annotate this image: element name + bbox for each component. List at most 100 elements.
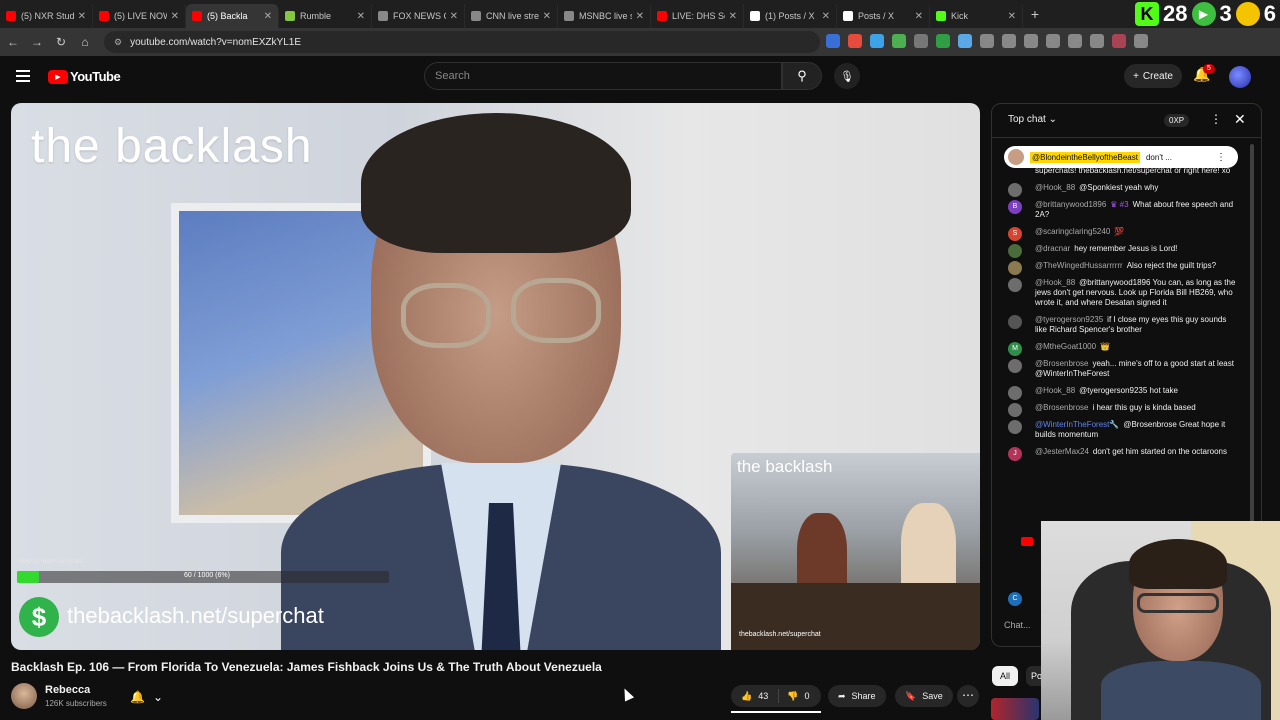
tab-close-icon[interactable]: ✕ (915, 11, 923, 22)
chat-avatar[interactable] (1008, 359, 1022, 373)
tab-close-icon[interactable]: ✕ (822, 11, 830, 22)
voice-search-button[interactable]: 🎙 (834, 63, 860, 89)
browser-tab[interactable]: Kick ✕ (930, 4, 1023, 28)
chat-author[interactable]: @TheWingedHussarrrrrr (1035, 261, 1123, 270)
browser-tab[interactable]: (5) NXR Studi ✕ (0, 4, 93, 28)
pinned-message[interactable]: @BlondeintheBellyoftheBeast don't ... ⋮ (1004, 146, 1238, 168)
tab-close-icon[interactable]: ✕ (729, 11, 737, 22)
kick-extension-icon[interactable]: K (1135, 2, 1160, 26)
chat-message[interactable]: @WinterInTheForest🔧 @Brosenbrose Great ho… (992, 420, 1254, 440)
chat-avatar[interactable] (1008, 278, 1022, 292)
chat-message[interactable]: @Hook_88 @Sponkiest yeah why (992, 183, 1254, 197)
history-icon[interactable] (1046, 34, 1060, 48)
chat-author[interactable]: @scaringclaring5240 (1035, 227, 1110, 236)
account-avatar[interactable] (1229, 66, 1251, 88)
browser-tab[interactable]: Rumble ✕ (279, 4, 372, 28)
video-player[interactable]: the backlash Help us reach our goals 60 … (11, 103, 980, 650)
play-extension-icon[interactable]: ▶ (1191, 2, 1216, 26)
browser-tab[interactable]: MSNBC live s ✕ (558, 4, 651, 28)
search-input[interactable]: Search (424, 62, 782, 90)
profile-icon[interactable] (1112, 34, 1126, 48)
chat-message[interactable]: @Brosenbrose i hear this guy is kinda bas… (992, 403, 1254, 417)
chat-message[interactable]: @Hook_88 @tyerogerson9235 hot take (992, 386, 1254, 400)
puzzle-icon[interactable] (1024, 34, 1038, 48)
reload-icon[interactable]: ↻ (50, 35, 72, 49)
chat-author[interactable]: @dracnar (1035, 244, 1070, 253)
chat-author[interactable]: @Hook_88 (1035, 386, 1075, 395)
chat-avatar[interactable] (1008, 261, 1022, 275)
tab-close-icon[interactable]: ✕ (1008, 11, 1016, 22)
chat-avatar[interactable] (1008, 386, 1022, 400)
pinned-options-icon[interactable]: ⋮ (1216, 152, 1226, 163)
menu-icon[interactable] (1134, 34, 1148, 48)
chat-author[interactable]: @brittanywood1896 (1035, 200, 1106, 209)
devtools-icon[interactable] (1068, 34, 1082, 48)
subscription-notifications-button[interactable]: 🔔 ⌄ (130, 686, 176, 708)
chat-message[interactable]: S @scaringclaring5240 💯 (992, 227, 1254, 241)
chat-author[interactable]: @Brosenbrose (1035, 359, 1088, 368)
chat-message[interactable]: @tyerogerson9235 if I close my eyes this … (992, 315, 1254, 335)
extension-icon[interactable] (870, 34, 884, 48)
dislike-button[interactable]: 👎 0 (779, 691, 817, 702)
chat-avatar[interactable] (1008, 403, 1022, 417)
extension-icon[interactable] (914, 34, 928, 48)
chat-message[interactable]: @TheWingedHussarrrrrr Also reject the gui… (992, 261, 1254, 275)
tab-close-icon[interactable]: ✕ (264, 11, 272, 22)
chat-author[interactable]: @JesterMax24 (1035, 447, 1089, 456)
filter-chip-all[interactable]: All (992, 666, 1018, 686)
extension-icon[interactable] (1002, 34, 1016, 48)
sidebar-icon[interactable] (1090, 34, 1104, 48)
more-actions-button[interactable]: ⋯ (957, 685, 979, 707)
chat-input[interactable]: Chat... (1004, 620, 1031, 630)
hamburger-menu-icon[interactable] (16, 70, 30, 82)
browser-tab[interactable]: LIVE: DHS Se ✕ (651, 4, 744, 28)
chat-author[interactable]: @Brosenbrose (1035, 403, 1088, 412)
tab-close-icon[interactable]: ✕ (543, 11, 551, 22)
chat-avatar[interactable]: M (1008, 342, 1022, 356)
share-button[interactable]: ➦ Share (828, 685, 886, 707)
chat-author[interactable]: @Hook_88 (1035, 183, 1075, 192)
channel-avatar[interactable] (11, 683, 37, 709)
extension-icon[interactable] (958, 34, 972, 48)
browser-tab[interactable]: CNN live stre ✕ (465, 4, 558, 28)
chat-avatar[interactable] (1008, 315, 1022, 329)
browser-tab[interactable]: Posts / X ✕ (837, 4, 930, 28)
browser-tab[interactable]: (1) Posts / X ✕ (744, 4, 837, 28)
chat-message[interactable]: @dracnar hey remember Jesus is Lord! (992, 244, 1254, 258)
browser-tab[interactable]: FOX NEWS C ✕ (372, 4, 465, 28)
chat-mode-dropdown[interactable]: Top chat ⌄ (1008, 114, 1057, 125)
search-button[interactable]: ⚲ (782, 62, 822, 90)
browser-tab[interactable]: (5) LIVE NOW ✕ (93, 4, 186, 28)
close-chat-icon[interactable]: ✕ (1234, 111, 1246, 128)
chat-avatar[interactable] (1008, 183, 1022, 197)
save-button[interactable]: 🔖 Save (895, 685, 953, 707)
like-button[interactable]: 👍 43 (731, 689, 780, 703)
chat-message[interactable]: M @MtheGoat1000 👑 (992, 342, 1254, 356)
chat-message[interactable]: J @JesterMax24 don't get him started on th… (992, 447, 1254, 461)
tab-close-icon[interactable]: ✕ (450, 11, 458, 22)
home-icon[interactable]: ⌂ (74, 35, 96, 49)
channel-name[interactable]: Rebecca (45, 684, 90, 696)
extension-icon[interactable] (826, 34, 840, 48)
chat-author[interactable]: @WinterInTheForest🔧 (1035, 420, 1119, 429)
create-button[interactable]: + Create (1124, 64, 1182, 88)
youtube-logo[interactable]: ▶ YouTube (48, 69, 121, 84)
tab-close-icon[interactable]: ✕ (357, 11, 365, 22)
chat-author[interactable]: @MtheGoat1000 (1035, 342, 1096, 351)
chat-message[interactable]: @Brosenbrose yeah... mine's off to a good… (992, 359, 1254, 379)
recommended-thumbnail[interactable] (991, 698, 1039, 720)
xp-badge[interactable]: 0XP (1164, 114, 1190, 127)
mask-extension-icon[interactable] (1235, 2, 1260, 26)
chat-author[interactable]: @Hook_88 (1035, 278, 1075, 287)
site-info-icon[interactable]: ⚙ (114, 37, 122, 48)
back-icon[interactable]: ← (2, 35, 24, 49)
address-bar[interactable]: ⚙ youtube.com/watch?v=nomEXZkYL1E (104, 31, 820, 53)
chat-scrollbar[interactable] (1250, 144, 1254, 544)
extension-icon[interactable] (892, 34, 906, 48)
extension-icon[interactable] (980, 34, 994, 48)
tab-close-icon[interactable]: ✕ (171, 11, 179, 22)
chat-avatar[interactable]: B (1008, 200, 1022, 214)
chat-avatar[interactable]: S (1008, 227, 1022, 241)
chat-avatar[interactable]: J (1008, 447, 1022, 461)
extension-icon[interactable] (848, 34, 862, 48)
